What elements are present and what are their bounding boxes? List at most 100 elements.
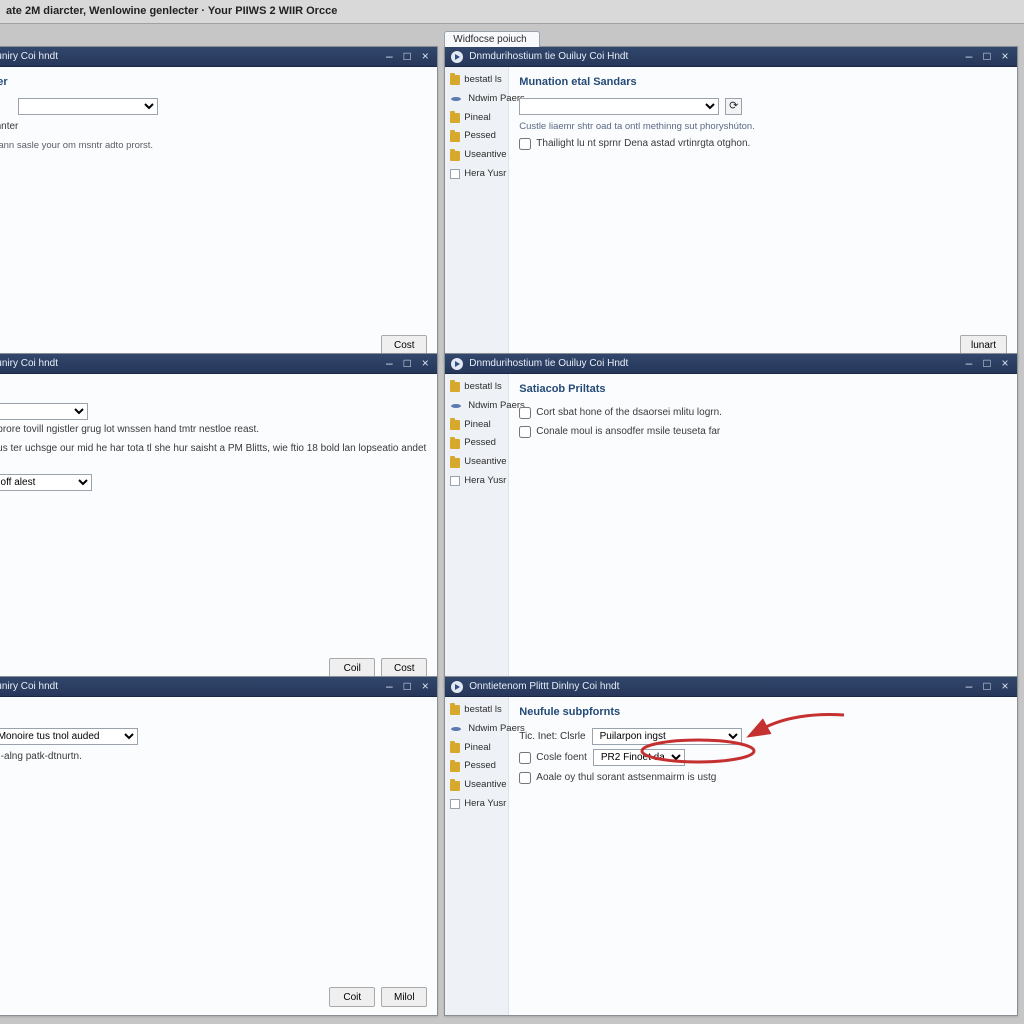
panel-3: amitiaen PPWS Ouniry Coi hndt – □ × Bedu… <box>0 353 438 687</box>
folder-icon <box>450 781 460 791</box>
close-button[interactable]: × <box>417 50 433 64</box>
folder-icon <box>450 439 460 449</box>
p3-back-button[interactable]: Coil <box>329 658 375 678</box>
tab-file-r1[interactable]: Widfocse poiuch <box>444 31 539 47</box>
app-title: ate 2M diarcter, Wenlowine genlecter · Y… <box>6 4 337 19</box>
folder-icon <box>450 113 460 123</box>
sidebar-4: bestatl ls Ndwim Paers Pineal Pessed Use… <box>445 374 509 686</box>
minimize-button[interactable]: – <box>961 50 977 64</box>
bullet-icon <box>451 727 461 731</box>
content-1: Pocmstr Siqnifer Calsie s Custhnter Tens… <box>0 67 437 363</box>
titlebar-6[interactable]: Onntietenom Plittt Dinlny Coi hndt – □ × <box>445 677 1017 697</box>
doc-icon <box>450 476 460 486</box>
p3-select-1[interactable]: Pdewtsheent <box>0 403 88 420</box>
close-button[interactable]: × <box>997 50 1013 64</box>
minimize-button[interactable]: – <box>381 50 397 64</box>
p6-select-2[interactable]: PR2 Finoet daigmir <box>593 749 685 766</box>
p6-label-1: Tic. Inet: Clsrle <box>519 730 585 744</box>
p4-check-2[interactable]: Conale moul is ansodfer msile teuseta fa… <box>519 425 1007 439</box>
content-2: Munation etal Sandars ⟳ Custle liaemr sh… <box>509 67 1017 363</box>
p1-continue-button[interactable]: Cost <box>381 335 427 355</box>
section-title: Bedutoan <box>0 382 427 397</box>
bullet-icon <box>451 404 461 408</box>
maximize-button[interactable]: □ <box>399 50 415 64</box>
folder-icon <box>450 151 460 161</box>
play-icon <box>451 358 463 370</box>
close-button[interactable]: × <box>997 357 1013 371</box>
titlebar-4[interactable]: Dnmdurihostium tie Ouiluy Coi Hndt – □ × <box>445 354 1017 374</box>
titlebar-1[interactable]: amitiaen PPWS Ouniry Coi hndt – □ × <box>0 47 437 67</box>
side-header: bestatl ls <box>449 73 504 88</box>
titlebar-2[interactable]: Dnmdurihostium tie Ouiluy Coi Hndt – □ × <box>445 47 1017 67</box>
maximize-button[interactable]: □ <box>979 50 995 64</box>
minimize-button[interactable]: – <box>961 357 977 371</box>
folder-icon <box>450 75 460 85</box>
side-item[interactable]: Pessed <box>449 129 504 144</box>
p3-continue-button[interactable]: Cost <box>381 658 427 678</box>
p1-hint: Tenstla WIIWS 2 frann sasle your om msnt… <box>0 140 427 153</box>
doc-icon <box>450 169 460 179</box>
p6-check-1[interactable]: Cosle foent <box>519 751 587 765</box>
side-item[interactable]: Ndwim Paers <box>449 92 504 107</box>
folder-icon <box>450 762 460 772</box>
p1-check-1[interactable]: Calsie s Custhnter <box>0 120 427 134</box>
folder-icon <box>450 458 460 468</box>
content-3: Bedutoan Pdewtsheent Thus dand asprore t… <box>0 374 437 686</box>
minimize-button[interactable]: – <box>381 357 397 371</box>
side-item[interactable]: Hera Yusr <box>449 167 504 182</box>
titlebar-text: Dnmdurihostium tie Ouiluy Coi Hndt <box>469 50 959 64</box>
side-item[interactable]: Useantive <box>449 148 504 163</box>
p4-check-1[interactable]: Cort sbat hone of the dsaorsei mlitu log… <box>519 406 1007 420</box>
titlebar-text: amitiaen PPWS Ouniry Coi hndt <box>0 50 379 64</box>
section-title: Pocmstr Siqnifer <box>0 75 427 90</box>
side-item[interactable]: Pineal <box>449 111 504 126</box>
app-titlebar: ate 2M diarcter, Wenlowine genlecter · Y… <box>0 0 1024 24</box>
p2-refresh-button[interactable]: ⟳ <box>725 98 742 115</box>
p2-continue-button[interactable]: lunart <box>960 335 1007 355</box>
tabs-left-1: iatioi Cyl <box>0 30 438 46</box>
folder-icon <box>450 382 460 392</box>
minimize-button[interactable]: – <box>961 680 977 694</box>
close-button[interactable]: × <box>417 357 433 371</box>
p5-back-button[interactable]: Coit <box>329 987 375 1007</box>
titlebar-3[interactable]: amitiaen PPWS Ouniry Coi hndt – □ × <box>0 354 437 374</box>
p2-hint: Custle liaemr shtr oad ta ontl methinng … <box>519 121 1007 134</box>
minimize-button[interactable]: – <box>381 680 397 694</box>
p3-select-2[interactable]: Delgrtt ustainon off alest <box>0 474 92 491</box>
p1-select[interactable] <box>18 98 158 115</box>
folder-icon <box>450 132 460 142</box>
sidebar-2: bestatl ls Ndwim Paers Pineal Pessed Use… <box>445 67 509 363</box>
section-title: Setdisgee <box>0 705 427 720</box>
p5-radio-1[interactable]: Wable l ai eng-alng patk-dtnurtn. <box>0 750 427 764</box>
doc-icon <box>450 799 460 809</box>
maximize-button[interactable]: □ <box>979 357 995 371</box>
panel-1: amitiaen PPWS Ouniry Coi hndt – □ × Pocm… <box>0 46 438 364</box>
section-title: Munation etal Sandars <box>519 75 1007 90</box>
maximize-button[interactable]: □ <box>979 680 995 694</box>
section-title: Satiacob Priltats <box>519 382 1007 397</box>
folder-icon <box>450 420 460 430</box>
p5-select-1[interactable]: Hmne la Monoire tus tnol auded <box>0 728 138 745</box>
p5-next-button[interactable]: Milol <box>381 987 427 1007</box>
close-button[interactable]: × <box>417 680 433 694</box>
maximize-button[interactable]: □ <box>399 357 415 371</box>
panel-4: Dnmdurihostium tie Ouiluy Coi Hndt – □ ×… <box>444 353 1018 687</box>
p3-check-1[interactable]: Thus dand asprore tovill ngistler grug l… <box>0 423 427 437</box>
play-icon <box>451 681 463 693</box>
panel-5: amitiaen PPWS Ouniry Coi hndt – □ × Setd… <box>0 676 438 1016</box>
panel-6: Onntietenom Plittt Dinlny Coi hndt – □ ×… <box>444 676 1018 1016</box>
content-5: Setdisgee Vort Hmne la Monoire tus tnol … <box>0 697 437 1015</box>
close-button[interactable]: × <box>997 680 1013 694</box>
panel-2: Dnmdurihostium tie Ouiluy Coi Hndt – □ ×… <box>444 46 1018 364</box>
p2-check[interactable]: Thailight lu nt sprnr Dena astad vrtinrg… <box>519 137 1007 151</box>
play-icon <box>451 51 463 63</box>
p6-check-2[interactable]: Aoale oy thul sorant astsenmairm is ustg <box>519 771 1007 785</box>
p6-select-1[interactable]: Puilarpon ingst <box>592 728 742 745</box>
content-6: Neufule subpfornts Tic. Inet: Clsrle Pui… <box>509 697 1017 1015</box>
content-4: Satiacob Priltats Cort sbat hone of the … <box>509 374 1017 686</box>
maximize-button[interactable]: □ <box>399 680 415 694</box>
folder-icon <box>450 705 460 715</box>
p2-select[interactable] <box>519 98 719 115</box>
p3-radio-1[interactable]: Custard naul us ter uchsge our mid he ha… <box>0 442 427 469</box>
titlebar-5[interactable]: amitiaen PPWS Ouniry Coi hndt – □ × <box>0 677 437 697</box>
